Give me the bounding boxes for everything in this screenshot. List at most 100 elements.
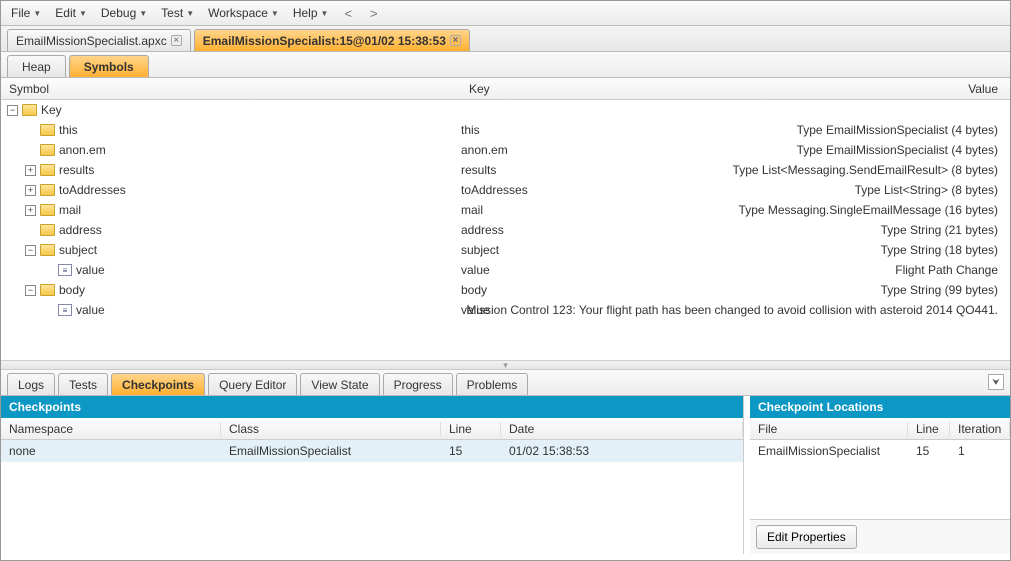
expand-icon[interactable]: + <box>25 165 36 176</box>
folder-icon <box>40 224 55 236</box>
col-class[interactable]: Class <box>221 422 441 436</box>
locations-title: Checkpoint Locations <box>750 396 1010 418</box>
locations-header: File Line Iteration <box>750 418 1010 440</box>
nav-back[interactable]: < <box>336 6 360 21</box>
chevron-down-icon: ▼ <box>139 9 147 18</box>
tree-row[interactable]: −subjectsubjectType String (18 bytes) <box>1 240 1010 260</box>
tab-apex-class[interactable]: EmailMissionSpecialist.apxc × <box>7 29 191 51</box>
value-cell: Type Messaging.SingleEmailMessage (16 by… <box>461 203 1010 217</box>
value-cell: Type EmailMissionSpecialist (4 bytes) <box>461 143 1010 157</box>
tree-row[interactable]: ≡valuevalueMission Control 123: Your fli… <box>1 300 1010 320</box>
menu-workspace[interactable]: Workspace▼ <box>202 6 285 20</box>
folder-icon <box>40 184 55 196</box>
value-cell: Type String (18 bytes) <box>461 243 1010 257</box>
folder-icon <box>40 204 55 216</box>
chevron-down-icon: ▼ <box>271 9 279 18</box>
cell-iteration: 1 <box>950 444 1010 458</box>
col-symbol[interactable]: Symbol <box>1 82 461 96</box>
chevron-down-icon: ▼ <box>321 9 329 18</box>
symbols-tree[interactable]: − Key thisthisType EmailMissionSpecialist … <box>1 100 1010 360</box>
menu-debug[interactable]: Debug▼ <box>95 6 153 20</box>
edit-properties-button[interactable]: Edit Properties <box>756 525 857 549</box>
col-namespace[interactable]: Namespace <box>1 422 221 436</box>
checkpoints-pane: Checkpoints Namespace Class Line Date no… <box>1 396 744 554</box>
tab-tests[interactable]: Tests <box>58 373 108 395</box>
symbol-label: anon.em <box>59 143 106 157</box>
symbol-label: body <box>59 283 85 297</box>
split-handle[interactable]: ▾ <box>1 360 1010 370</box>
cell-line: 15 <box>441 444 501 458</box>
tab-checkpoints[interactable]: Checkpoints <box>111 373 205 395</box>
folder-icon <box>22 104 37 116</box>
nav-forward[interactable]: > <box>362 6 386 21</box>
value-icon: ≡ <box>58 304 72 316</box>
tree-row[interactable]: ≡valuevalueFlight Path Change <box>1 260 1010 280</box>
menu-edit[interactable]: Edit▼ <box>49 6 93 20</box>
location-row[interactable]: EmailMissionSpecialist 15 1 <box>750 440 1010 462</box>
collapse-icon[interactable]: − <box>7 105 18 116</box>
close-icon[interactable]: × <box>171 35 182 46</box>
tree-row[interactable]: − Key <box>1 100 1010 120</box>
tab-query-editor[interactable]: Query Editor <box>208 373 297 395</box>
tree-row[interactable]: −bodybodyType String (99 bytes) <box>1 280 1010 300</box>
tab-progress[interactable]: Progress <box>383 373 453 395</box>
tab-label: EmailMissionSpecialist.apxc <box>16 34 167 48</box>
tab-label: EmailMissionSpecialist:15@01/02 15:38:53 <box>203 34 446 48</box>
value-cell: Mission Control 123: Your flight path ha… <box>461 303 1010 317</box>
tree-row[interactable]: +mailmailType Messaging.SingleEmailMessa… <box>1 200 1010 220</box>
col-key[interactable]: Key <box>461 82 477 96</box>
tree-row[interactable]: anon.emanon.emType EmailMissionSpecialis… <box>1 140 1010 160</box>
tab-view-state[interactable]: View State <box>300 373 379 395</box>
menu-test[interactable]: Test▼ <box>155 6 200 20</box>
spacer <box>25 225 36 236</box>
symbol-label: value <box>76 263 105 277</box>
col-value[interactable]: Value <box>477 82 1010 96</box>
tree-row[interactable]: addressaddressType String (21 bytes) <box>1 220 1010 240</box>
cell-date: 01/02 15:38:53 <box>501 444 743 458</box>
tree-row[interactable]: +toAddressestoAddressesType List<String>… <box>1 180 1010 200</box>
close-icon[interactable]: × <box>450 35 461 46</box>
col-line[interactable]: Line <box>908 422 950 436</box>
spacer <box>25 145 36 156</box>
expand-icon[interactable]: + <box>25 185 36 196</box>
checkpoint-row[interactable]: none EmailMissionSpecialist 15 01/02 15:… <box>1 440 743 462</box>
symbol-label: this <box>59 123 78 137</box>
folder-icon <box>40 124 55 136</box>
expand-icon[interactable]: + <box>25 205 36 216</box>
cell-namespace: none <box>1 444 221 458</box>
menu-file[interactable]: File▼ <box>5 6 47 20</box>
subtab-heap[interactable]: Heap <box>7 55 66 77</box>
cell-class: EmailMissionSpecialist <box>221 444 441 458</box>
symbols-header: Symbol Key Value <box>1 78 1010 100</box>
value-cell: Type String (99 bytes) <box>461 283 1010 297</box>
symbol-label: toAddresses <box>59 183 126 197</box>
value-cell: Flight Path Change <box>461 263 1010 277</box>
tree-row[interactable]: thisthisType EmailMissionSpecialist (4 b… <box>1 120 1010 140</box>
chevron-down-icon: ▼ <box>79 9 87 18</box>
collapse-icon[interactable]: − <box>25 285 36 296</box>
checkpoint-subtabs: Heap Symbols <box>1 52 1010 78</box>
col-date[interactable]: Date <box>501 422 743 436</box>
tree-row[interactable]: +resultsresultsType List<Messaging.SendE… <box>1 160 1010 180</box>
editor-tabbar: EmailMissionSpecialist.apxc × EmailMissi… <box>1 26 1010 52</box>
symbol-label: Key <box>41 103 62 117</box>
value-cell: Type List<String> (8 bytes) <box>461 183 1010 197</box>
collapse-icon[interactable]: − <box>25 245 36 256</box>
value-cell: Type String (21 bytes) <box>461 223 1010 237</box>
value-cell: Type EmailMissionSpecialist (4 bytes) <box>461 123 1010 137</box>
spacer <box>25 125 36 136</box>
chevron-down-icon: ▼ <box>186 9 194 18</box>
tab-problems[interactable]: Problems <box>456 373 529 395</box>
col-file[interactable]: File <box>750 422 908 436</box>
tab-logs[interactable]: Logs <box>7 373 55 395</box>
bottom-tabs: Logs Tests Checkpoints Query Editor View… <box>1 370 1010 396</box>
value-cell: Type List<Messaging.SendEmailResult> (8 … <box>461 163 1010 177</box>
col-iteration[interactable]: Iteration <box>950 422 1010 436</box>
checkpoints-header: Namespace Class Line Date <box>1 418 743 440</box>
col-line[interactable]: Line <box>441 422 501 436</box>
collapse-panel-icon[interactable]: ⮟ <box>988 374 1004 390</box>
menu-help[interactable]: Help▼ <box>287 6 335 20</box>
subtab-symbols[interactable]: Symbols <box>69 55 149 77</box>
tab-checkpoint[interactable]: EmailMissionSpecialist:15@01/02 15:38:53… <box>194 29 470 51</box>
chevron-down-icon: ▼ <box>33 9 41 18</box>
